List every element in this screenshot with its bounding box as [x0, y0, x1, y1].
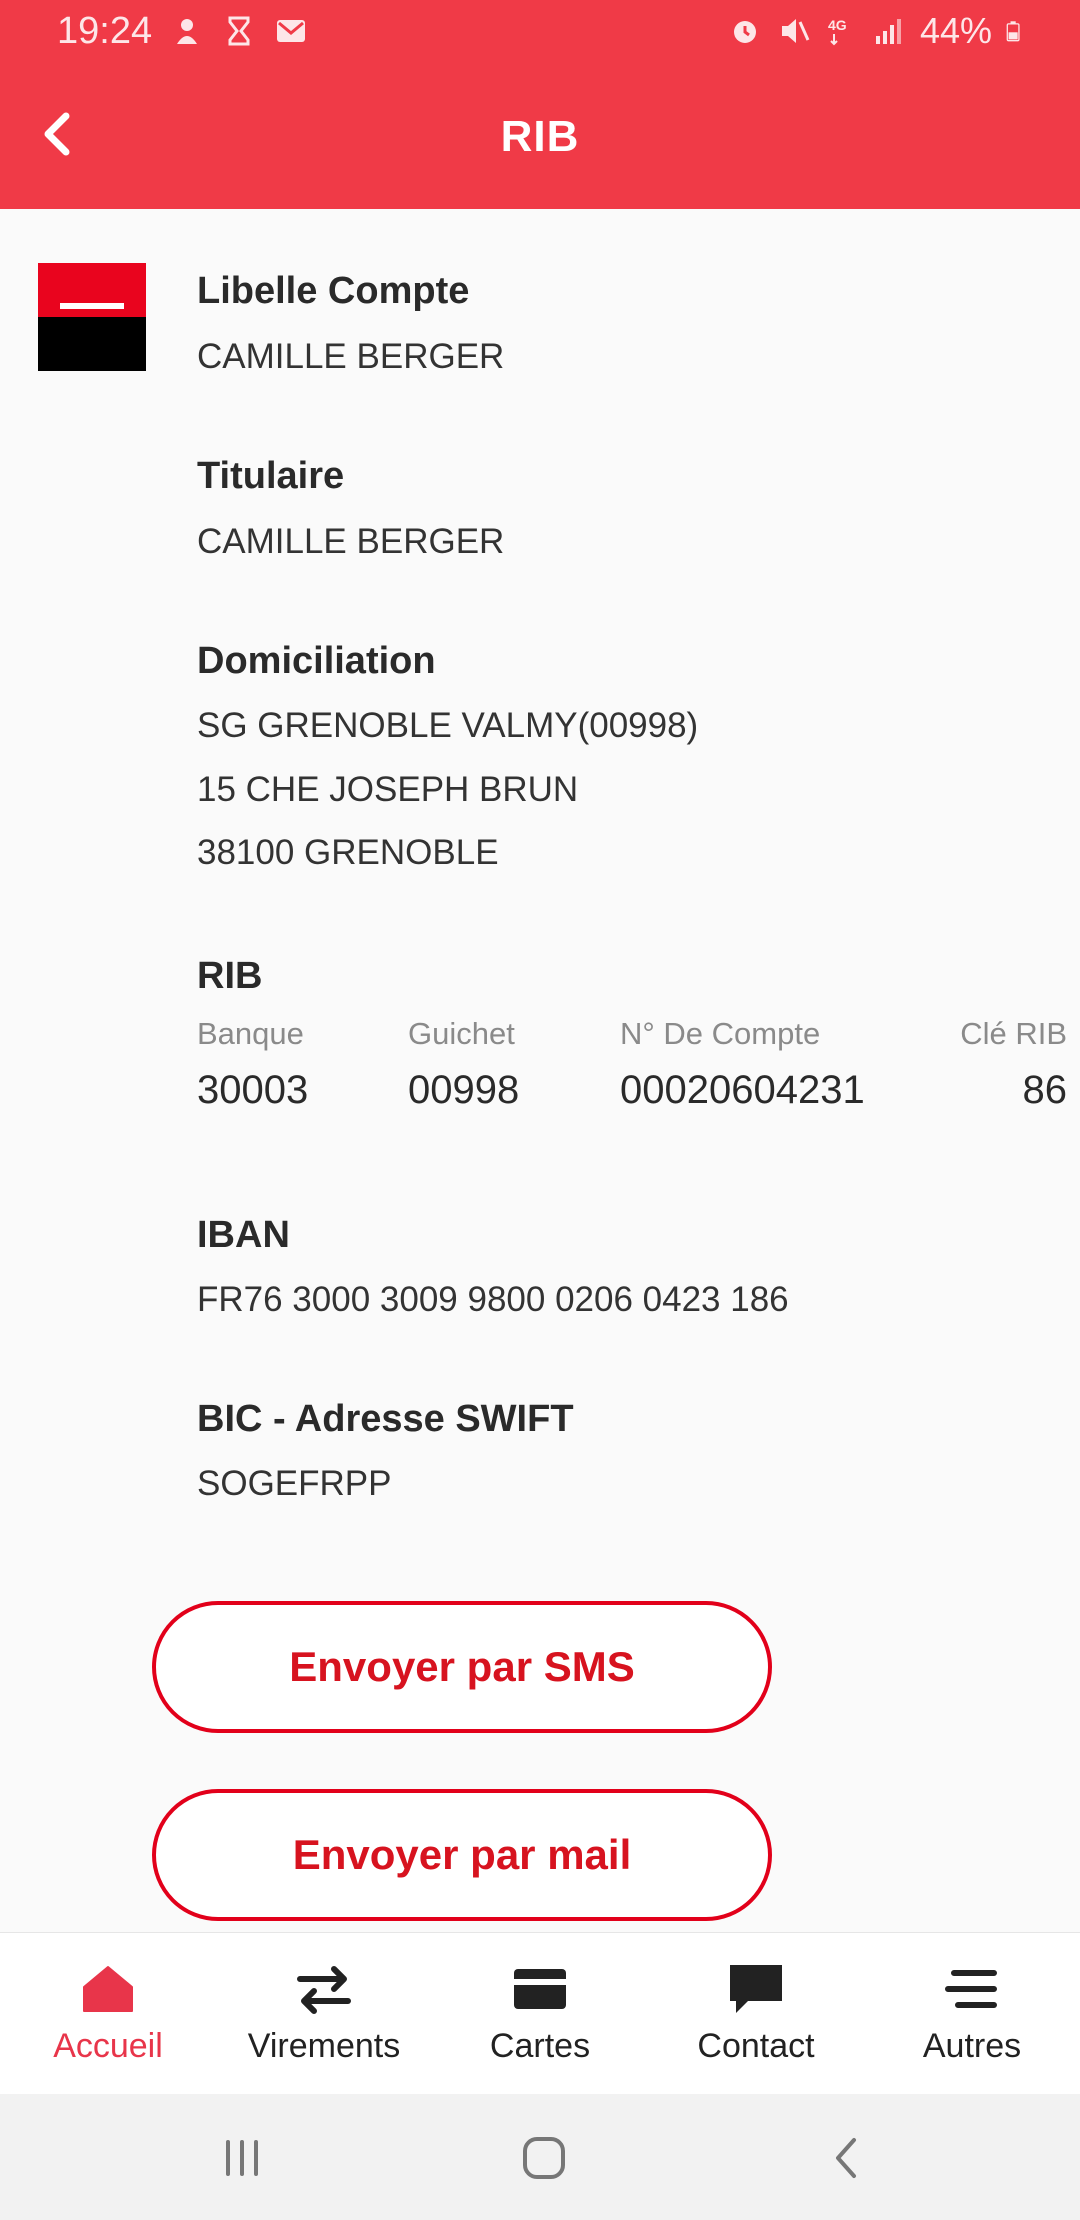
- holder-value: CAMILLE BERGER: [197, 522, 505, 561]
- bic-title: BIC - Adresse SWIFT: [197, 1398, 574, 1440]
- account-label-title: Libelle Compte: [197, 270, 470, 312]
- home-icon: [83, 1966, 133, 2012]
- bank-logo: [38, 263, 146, 371]
- nav-label: Virements: [247, 2027, 401, 2065]
- system-back-button[interactable]: [816, 2130, 876, 2186]
- card-icon: [514, 1969, 566, 2009]
- domiciliation-title: Domiciliation: [197, 640, 436, 682]
- system-nav-bar: [0, 2094, 1080, 2220]
- svg-text:4G: 4G: [828, 17, 847, 33]
- back-chevron-icon: [836, 2138, 856, 2178]
- iban-value: FR76 3000 3009 9800 0206 0423 186: [197, 1280, 789, 1319]
- nav-item-cartes[interactable]: Cartes: [432, 1933, 648, 2094]
- iban-title: IBAN: [197, 1214, 290, 1256]
- home-button[interactable]: [514, 2130, 574, 2186]
- battery-icon: [1006, 21, 1020, 42]
- account-label-value: CAMILLE BERGER: [197, 337, 505, 376]
- menu-icon: [945, 1970, 997, 2008]
- domiciliation-line: SG GRENOBLE VALMY(00998): [197, 706, 699, 745]
- bottom-navigation: Accueil Virements Cartes Contact Autres: [0, 1932, 1080, 2094]
- nav-item-autres[interactable]: Autres: [864, 1933, 1080, 2094]
- rib-header-guichet: Guichet: [408, 1016, 515, 1051]
- domiciliation-line: 15 CHE JOSEPH BRUN: [197, 770, 579, 809]
- vibrate-mute-icon: [781, 19, 810, 43]
- rib-value-banque: 30003: [197, 1068, 309, 1112]
- holder-title: Titulaire: [197, 455, 345, 497]
- rib-header-key: Clé RIB: [960, 1016, 1067, 1051]
- page-title: RIB: [500, 112, 580, 161]
- nav-item-virements[interactable]: Virements: [216, 1933, 432, 2094]
- send-sms-button[interactable]: Envoyer par SMS: [152, 1601, 772, 1733]
- transfer-icon: [297, 1966, 351, 2014]
- nav-item-contact[interactable]: Contact: [648, 1933, 864, 2094]
- send-mail-button[interactable]: Envoyer par mail: [152, 1789, 772, 1921]
- mail-notification-icon: [277, 20, 305, 42]
- hourglass-icon: [228, 16, 250, 46]
- domiciliation-line: 38100 GRENOBLE: [197, 833, 499, 872]
- nav-label: Cartes: [489, 2027, 591, 2065]
- battery-percent: 44%: [919, 10, 992, 51]
- bic-value: SOGEFRPP: [197, 1464, 392, 1503]
- signal-icon: [875, 19, 901, 44]
- rib-value-key: 86: [1022, 1068, 1068, 1112]
- rib-value-guichet: 00998: [408, 1068, 520, 1112]
- status-time: 19:24: [57, 10, 153, 52]
- rib-header-banque: Banque: [197, 1016, 304, 1051]
- nav-label: Contact: [697, 2027, 815, 2065]
- status-bar: 19:24 4G 44%: [0, 0, 1080, 68]
- chat-icon: [730, 1965, 782, 2013]
- rib-title: RIB: [197, 955, 263, 997]
- app-header: 19:24 4G 44% RIB: [0, 0, 1080, 209]
- rib-value-account-number: 00020604231: [620, 1068, 865, 1112]
- recent-apps-icon: [226, 2140, 258, 2176]
- home-square-icon: [523, 2137, 565, 2179]
- rib-header-account-number: N° De Compte: [620, 1016, 821, 1051]
- notification-app-icon: [177, 19, 197, 44]
- nav-label: Accueil: [53, 2027, 163, 2065]
- nav-label: Autres: [922, 2027, 1022, 2065]
- alarm-icon: [733, 21, 756, 43]
- recent-apps-button[interactable]: [212, 2130, 272, 2186]
- nav-item-accueil[interactable]: Accueil: [0, 1933, 216, 2094]
- network-4g-icon: 4G: [828, 17, 847, 46]
